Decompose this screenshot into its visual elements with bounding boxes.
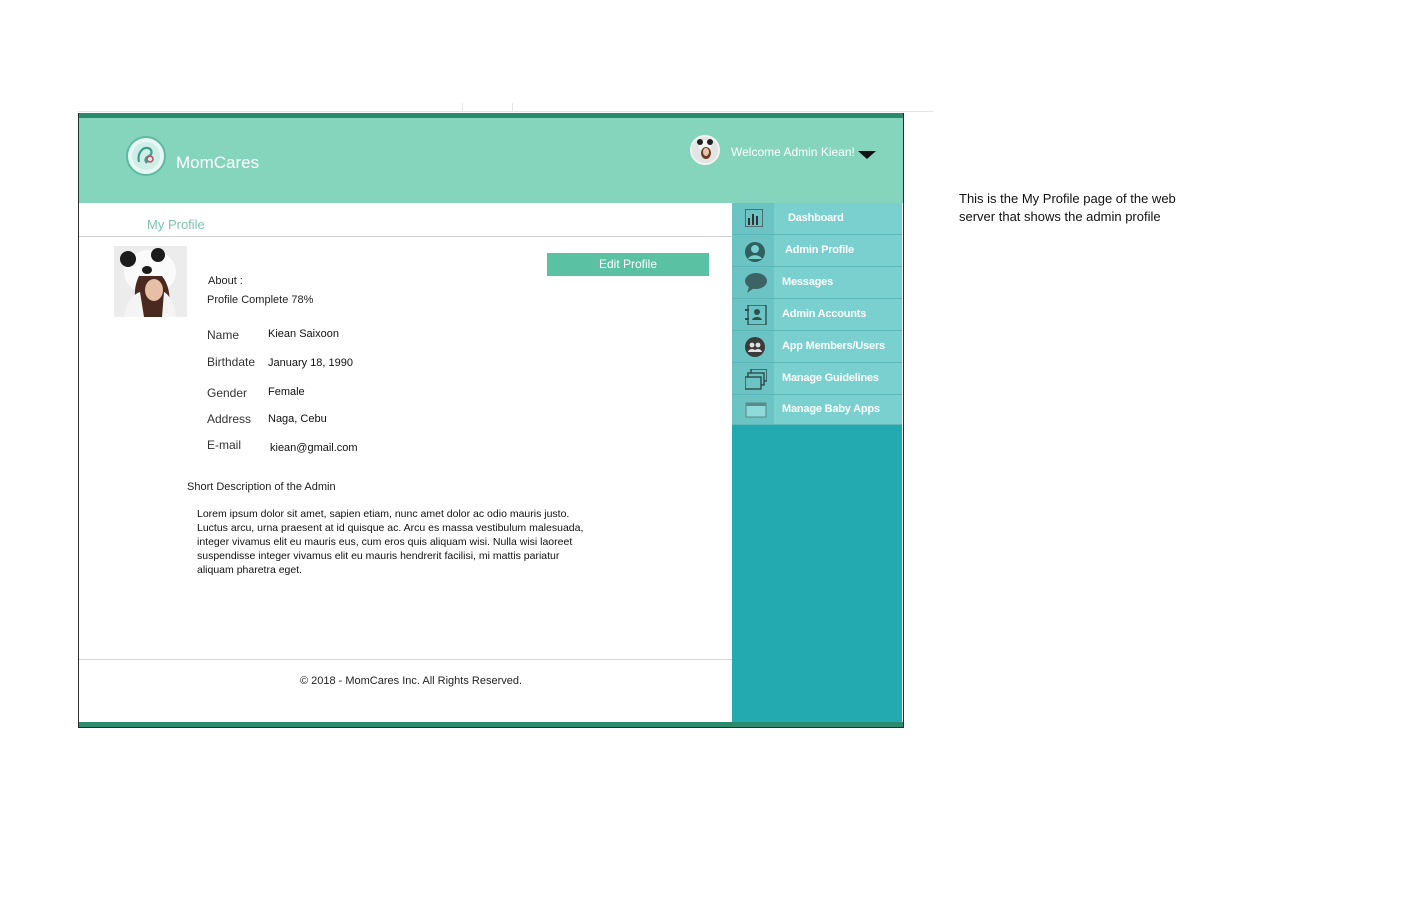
sidebar-item-app-members[interactable]: App Members/Users <box>732 331 902 363</box>
field-label-birthdate: Birthdate <box>207 355 256 369</box>
field-label-name: Name <box>207 328 240 342</box>
contact-card-icon <box>732 299 774 330</box>
window-icon <box>732 395 774 424</box>
divider-tick <box>462 103 463 111</box>
title-divider <box>79 236 733 237</box>
field-value-name: Kiean Saixoon <box>268 328 339 340</box>
sidebar-item-label: Admin Accounts <box>782 308 867 320</box>
divider-tick <box>512 103 513 111</box>
sidebar-item-messages[interactable]: Messages <box>732 267 902 299</box>
sidebar-item-label: App Members/Users <box>782 340 885 352</box>
app-window: MomCares Welcome Admin Kiean! My Profile <box>78 113 904 728</box>
sidebar-item-dashboard[interactable]: Dashboard <box>732 203 902 235</box>
description-text: Lorem ipsum dolor sit amet, sapien etiam… <box>197 508 584 576</box>
page-title: My Profile <box>147 217 205 232</box>
sidebar-item-manage-baby-apps[interactable]: Manage Baby Apps <box>732 395 902 425</box>
group-icon <box>732 331 774 362</box>
brand-name[interactable]: MomCares <box>176 153 259 173</box>
field-value-address: Naga, Cebu <box>268 413 327 425</box>
sidebar-item-label: Manage Baby Apps <box>782 403 880 415</box>
field-label-email: E-mail <box>207 438 242 452</box>
description-heading: Short Description of the Admin <box>187 481 336 493</box>
app-header: MomCares Welcome Admin Kiean! <box>79 118 903 203</box>
sidebar-item-label: Manage Guidelines <box>782 372 879 384</box>
chevron-down-icon[interactable] <box>858 151 876 159</box>
sidebar-item-label: Admin Profile <box>785 244 854 256</box>
field-value-gender: Female <box>268 386 305 398</box>
speech-bubble-icon <box>732 267 774 298</box>
field-value-birthdate: January 18, 1990 <box>268 357 354 369</box>
profile-complete-text: Profile Complete 78% <box>207 294 314 306</box>
window-bottom-border <box>79 722 903 727</box>
field-value-email: kiean@gmail.com <box>270 442 358 454</box>
sidebar: Dashboard Admin Profile Messages Admin A… <box>732 203 902 723</box>
annotation-note: This is the My Profile page of the web s… <box>959 191 1176 224</box>
bar-chart-icon <box>732 203 774 234</box>
user-avatar[interactable] <box>690 135 720 165</box>
footer-copyright: © 2018 - MomCares Inc. All Rights Reserv… <box>299 675 523 687</box>
sidebar-item-manage-guidelines[interactable]: Manage Guidelines <box>732 363 902 395</box>
sidebar-item-admin-accounts[interactable]: Admin Accounts <box>732 299 902 331</box>
top-divider <box>78 111 934 112</box>
footer-divider <box>79 659 733 660</box>
momcares-logo-icon[interactable] <box>126 136 166 176</box>
sidebar-item-label: Dashboard <box>788 212 844 224</box>
welcome-text: Welcome Admin Kiean! <box>731 145 855 159</box>
about-label: About : <box>208 275 243 287</box>
user-icon <box>732 235 774 266</box>
edit-profile-button[interactable]: Edit Profile <box>547 253 709 276</box>
sidebar-item-label: Messages <box>782 276 833 288</box>
sidebar-item-admin-profile[interactable]: Admin Profile <box>732 235 902 267</box>
profile-photo <box>114 246 187 317</box>
field-label-address: Address <box>207 412 252 426</box>
field-label-gender: Gender <box>207 386 248 400</box>
stacked-windows-icon <box>732 363 774 394</box>
